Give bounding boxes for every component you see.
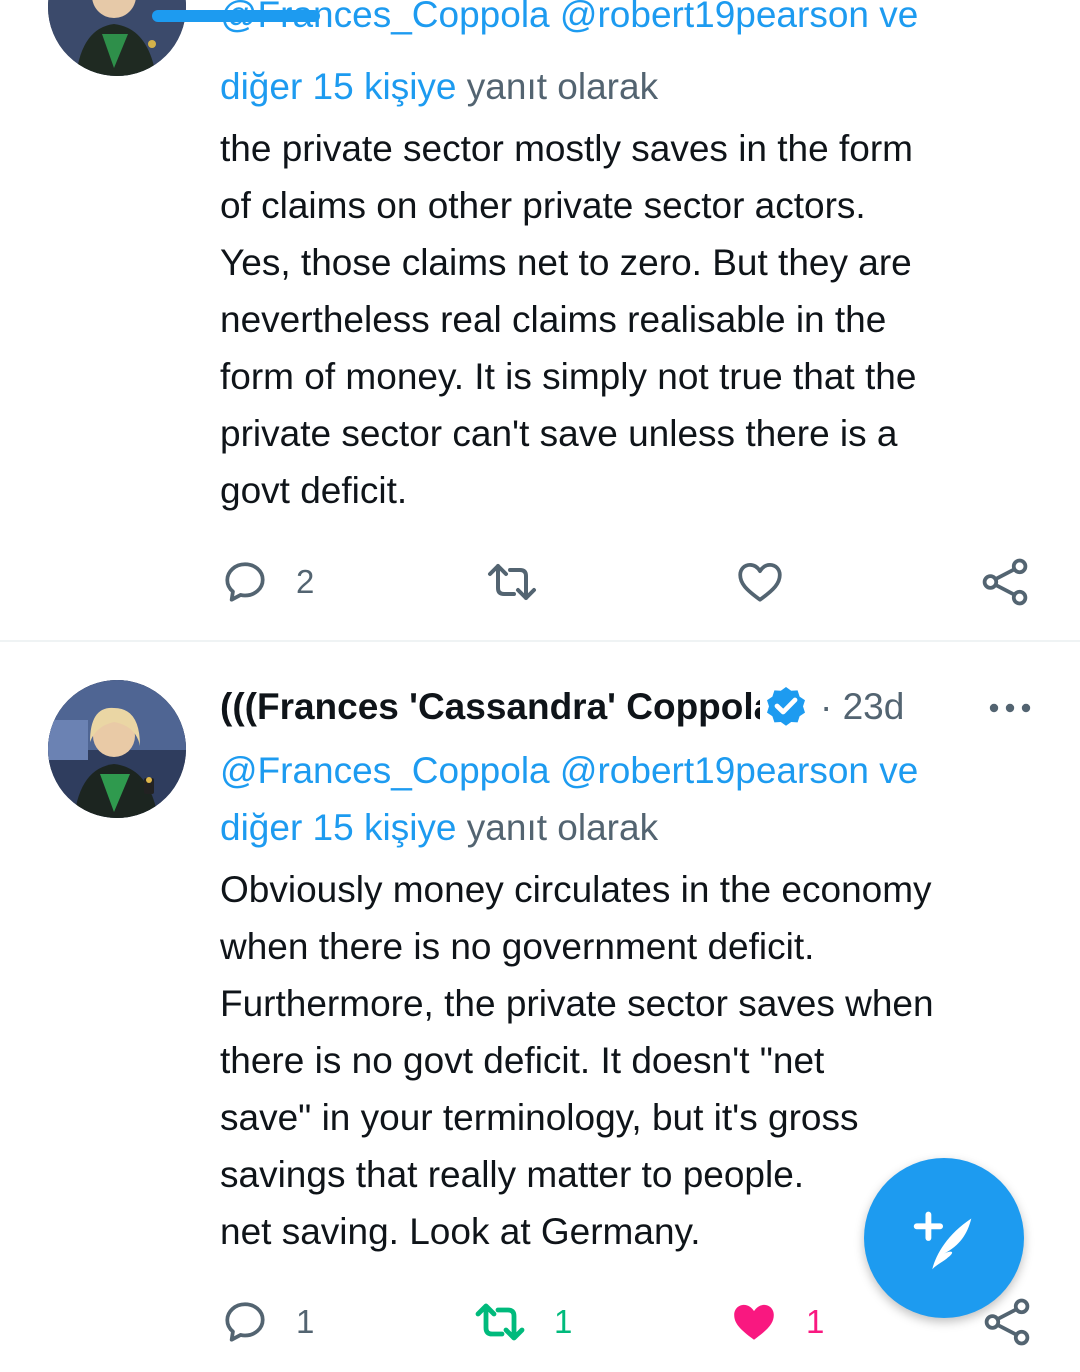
reply-icon [225,1302,265,1342]
share-button[interactable] [980,552,1030,612]
tweet-text-line: govt deficit. [220,470,408,511]
tweet-text-line: save" in your terminology, but it's gros… [220,1097,859,1138]
tweet-text: the private sector mostly saves in the f… [220,120,1050,519]
reply-suffix: yanıt olarak [456,807,659,848]
reply-count: 2 [296,563,315,600]
tweet-text-line: Obviously money circulates in the econom… [220,869,932,910]
share-icon [982,558,1028,606]
reply-context-others: diğer 15 kişiye yanıt olarak [220,58,1040,115]
like-button[interactable] [734,552,786,612]
compose-tweet-button[interactable] [864,1158,1024,1318]
tweet-text-line: the private sector mostly saves in the f… [220,128,913,169]
heart-icon [734,1304,774,1340]
more-options-button[interactable] [980,684,1040,732]
scroll-indicator [152,10,320,22]
tweet-text-line: nevertheless real claims realisable in t… [220,299,887,340]
share-icon [984,1298,1030,1346]
timeline-screen: @Frances_Coppola @robert19pearson ve diğ… [0,0,1080,1372]
like-button[interactable]: 1 [728,1292,824,1352]
tweet-actions: 2 [0,552,1080,612]
reply-icon [225,562,265,602]
retweet-button[interactable]: 1 [472,1292,572,1352]
reply-context: @Frances_Coppola @robert19pearson ve [220,742,1040,799]
tweet-text-line: Yes, those claims net to zero. But they … [220,242,912,283]
reply-others-link[interactable]: diğer 15 kişiye [220,807,457,848]
tweet-text-line: there is no govt deficit. It doesn't "ne… [220,1040,825,1081]
tweet-text-line: private sector can't save unless there i… [220,413,898,454]
retweet-icon [475,1303,525,1341]
retweet-count: 1 [554,1303,573,1340]
reply-context-others: diğer 15 kişiye yanıt olarak [220,799,1040,856]
verified-badge-icon [767,687,805,726]
reply-suffix: yanıt olarak [456,66,659,107]
avatar[interactable] [48,680,186,818]
heart-icon [738,563,782,602]
tweet-text-line: when there is no government deficit. [220,926,815,967]
reply-mentions[interactable]: @Frances_Coppola @robert19pearson ve [220,750,918,791]
retweet-button[interactable] [484,552,540,612]
compose-tweet-icon [913,1211,972,1270]
tweet-text-line: of claims on other private sector actors… [220,185,866,226]
timestamp[interactable]: · 23d [820,680,904,734]
reply-others-link[interactable]: diğer 15 kişiye [220,66,457,107]
tweet-text-line: form of money. It is simply not true tha… [220,356,917,397]
tweet-text-line: Furthermore, the private sector saves wh… [220,983,934,1024]
more-icon [989,703,1031,713]
tweet-header: (((Frances 'Cassandra' Coppola · 23d [220,678,1060,738]
tweet-1[interactable]: @Frances_Coppola @robert19pearson ve diğ… [0,0,1080,640]
reply-mentions[interactable]: @Frances_Coppola @robert19pearson ve [220,0,918,35]
like-count: 1 [806,1303,825,1340]
reply-button[interactable]: 2 [220,552,314,612]
reply-context: @Frances_Coppola @robert19pearson ve [220,0,1040,43]
display-name[interactable]: (((Frances 'Cassandra' Coppola [220,680,760,734]
reply-count: 1 [296,1303,315,1340]
reply-button[interactable]: 1 [220,1292,314,1352]
retweet-icon [488,564,536,600]
